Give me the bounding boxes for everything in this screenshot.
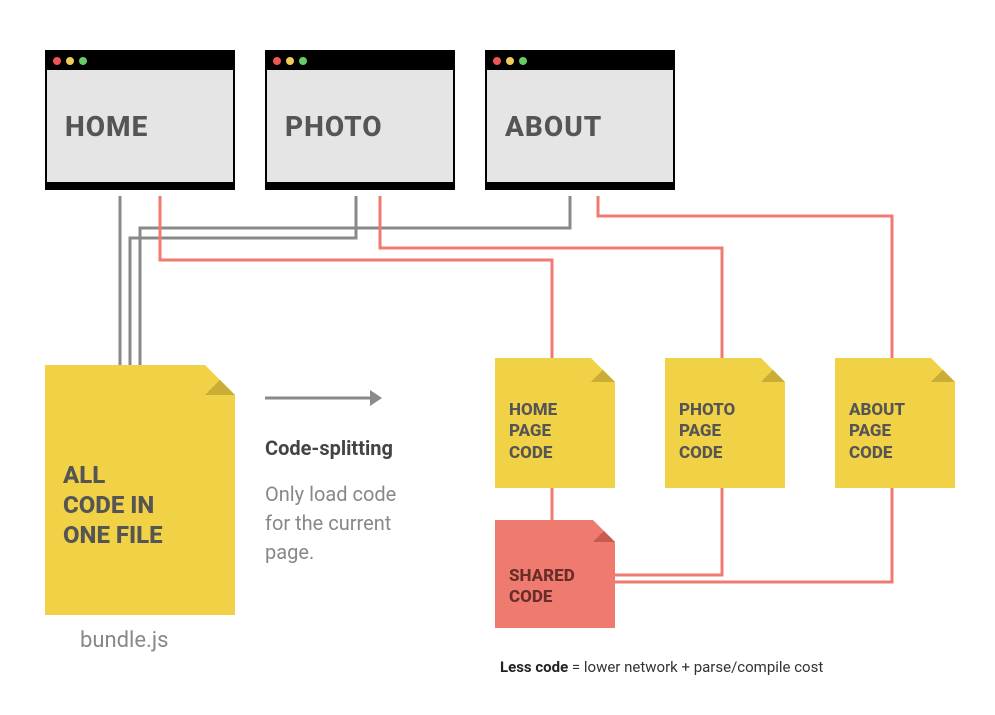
browser-about-label: ABOUT xyxy=(505,110,602,143)
bundle-file: ALL CODE IN ONE FILE xyxy=(45,365,235,615)
titlebar xyxy=(267,52,453,70)
browser-home-label: HOME xyxy=(65,110,148,143)
code-splitting-title: Code-splitting xyxy=(265,436,393,460)
maximize-dot-icon xyxy=(299,57,307,65)
close-dot-icon xyxy=(273,57,281,65)
titlebar xyxy=(47,52,233,70)
code-splitting-subtitle: Only load code for the current page. xyxy=(265,480,396,567)
minimize-dot-icon xyxy=(286,57,294,65)
bundle-caption: bundle.js xyxy=(80,628,168,653)
close-dot-icon xyxy=(53,57,61,65)
page-fold-icon xyxy=(931,358,955,382)
page-fold-icon xyxy=(593,520,615,542)
chunk-shared-label: SHARED CODE xyxy=(509,566,575,609)
browser-home: HOME xyxy=(45,50,235,190)
minimize-dot-icon xyxy=(506,57,514,65)
browser-photo-label: PHOTO xyxy=(285,110,383,143)
chunk-about-label: ABOUT PAGE CODE xyxy=(849,400,905,464)
chunk-shared-file: SHARED CODE xyxy=(495,520,615,628)
chunk-photo-label: PHOTO PAGE CODE xyxy=(679,400,735,464)
browser-photo: PHOTO xyxy=(265,50,455,190)
minimize-dot-icon xyxy=(66,57,74,65)
chunk-about-file: ABOUT PAGE CODE xyxy=(835,358,955,488)
page-fold-icon xyxy=(205,365,235,395)
maximize-dot-icon xyxy=(519,57,527,65)
page-fold-icon xyxy=(761,358,785,382)
browser-about: ABOUT xyxy=(485,50,675,190)
footnote-bold: Less code xyxy=(500,658,568,676)
close-dot-icon xyxy=(493,57,501,65)
footnote: Less code = lower network + parse/compil… xyxy=(500,658,823,676)
bundle-file-label: ALL CODE IN ONE FILE xyxy=(63,460,163,550)
titlebar xyxy=(487,52,673,70)
footnote-rest: = lower network + parse/compile cost xyxy=(568,658,823,676)
chunk-home-label: HOME PAGE CODE xyxy=(509,400,557,464)
page-fold-icon xyxy=(591,358,615,382)
chunk-home-file: HOME PAGE CODE xyxy=(495,358,615,488)
maximize-dot-icon xyxy=(79,57,87,65)
chunk-photo-file: PHOTO PAGE CODE xyxy=(665,358,785,488)
